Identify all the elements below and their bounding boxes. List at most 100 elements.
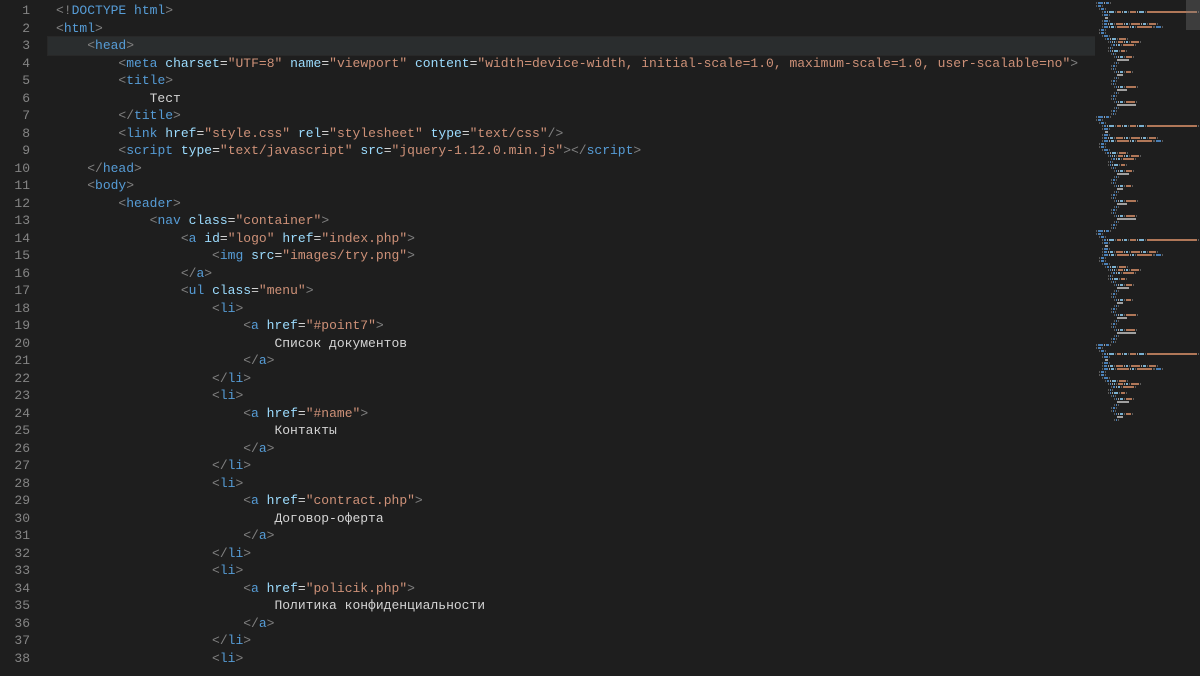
code-line[interactable]: <ul class="menu"> xyxy=(48,282,1095,300)
code-line[interactable]: <link href="style.css" rel="stylesheet" … xyxy=(48,125,1095,143)
minimap-line xyxy=(1095,107,1200,109)
minimap-line xyxy=(1095,389,1200,391)
code-line[interactable]: <header> xyxy=(48,195,1095,213)
line-number: 4 xyxy=(8,55,30,73)
code-line[interactable]: <meta charset="UTF=8" name="viewport" co… xyxy=(48,55,1095,73)
minimap-line xyxy=(1095,140,1200,142)
minimap-line xyxy=(1095,59,1200,61)
minimap-line xyxy=(1095,335,1200,337)
code-line[interactable]: <a href="contract.php"> xyxy=(48,492,1095,510)
line-number: 38 xyxy=(8,650,30,668)
minimap-line xyxy=(1095,23,1200,25)
minimap-line xyxy=(1095,83,1200,85)
code-line[interactable]: Контакты xyxy=(48,422,1095,440)
code-line[interactable]: <li> xyxy=(48,475,1095,493)
code-line[interactable]: Политика конфиденциальности xyxy=(48,597,1095,615)
minimap-line xyxy=(1095,230,1200,232)
minimap-line xyxy=(1095,383,1200,385)
code-line[interactable]: </a> xyxy=(48,265,1095,283)
minimap-line xyxy=(1095,254,1200,256)
minimap-line xyxy=(1095,134,1200,136)
code-line[interactable]: <li> xyxy=(48,650,1095,668)
minimap-line xyxy=(1095,326,1200,328)
code-line[interactable]: </a> xyxy=(48,615,1095,633)
code-line[interactable]: <body> xyxy=(48,177,1095,195)
code-line[interactable]: <li> xyxy=(48,562,1095,580)
minimap-line xyxy=(1095,74,1200,76)
line-number: 14 xyxy=(8,230,30,248)
code-line[interactable]: Список документов xyxy=(48,335,1095,353)
code-line[interactable]: <head> xyxy=(48,37,1095,55)
minimap-line xyxy=(1095,260,1200,262)
minimap-line xyxy=(1095,317,1200,319)
minimap-line xyxy=(1095,377,1200,379)
minimap-line xyxy=(1095,113,1200,115)
minimap-line xyxy=(1095,299,1200,301)
code-line[interactable]: <title> xyxy=(48,72,1095,90)
line-number: 25 xyxy=(8,422,30,440)
minimap-line xyxy=(1095,41,1200,43)
code-line[interactable]: Тест xyxy=(48,90,1095,108)
code-line[interactable]: <li> xyxy=(48,387,1095,405)
minimap-scrollbar-thumb[interactable] xyxy=(1186,0,1200,30)
code-line[interactable]: <!DOCTYPE html> xyxy=(48,2,1095,20)
minimap-line xyxy=(1095,32,1200,34)
line-number: 28 xyxy=(8,475,30,493)
line-number: 33 xyxy=(8,562,30,580)
code-line[interactable]: <a href="#name"> xyxy=(48,405,1095,423)
line-number: 9 xyxy=(8,142,30,160)
minimap-line xyxy=(1095,47,1200,49)
minimap-line xyxy=(1095,266,1200,268)
code-line[interactable]: </a> xyxy=(48,440,1095,458)
minimap-line xyxy=(1095,110,1200,112)
line-number: 24 xyxy=(8,405,30,423)
code-line[interactable]: </a> xyxy=(48,352,1095,370)
minimap-line xyxy=(1095,404,1200,406)
minimap-line xyxy=(1095,272,1200,274)
minimap-line xyxy=(1095,221,1200,223)
minimap-line xyxy=(1095,56,1200,58)
minimap-line xyxy=(1095,203,1200,205)
line-number-gutter[interactable]: 1234567891011121314151617181920212223242… xyxy=(0,0,48,676)
minimap-line xyxy=(1095,362,1200,364)
minimap-line xyxy=(1095,122,1200,124)
code-line[interactable]: Договор-оферта xyxy=(48,510,1095,528)
minimap-line xyxy=(1095,173,1200,175)
line-number: 11 xyxy=(8,177,30,195)
code-line[interactable]: <script type="text/javascript" src="jque… xyxy=(48,142,1095,160)
minimap-line xyxy=(1095,68,1200,70)
minimap-line xyxy=(1095,143,1200,145)
minimap-line xyxy=(1095,290,1200,292)
minimap-line xyxy=(1095,179,1200,181)
minimap[interactable] xyxy=(1095,0,1200,676)
line-number: 37 xyxy=(8,632,30,650)
line-number: 35 xyxy=(8,597,30,615)
minimap-line xyxy=(1095,86,1200,88)
code-line[interactable]: <li> xyxy=(48,300,1095,318)
line-number: 10 xyxy=(8,160,30,178)
code-line[interactable]: <a href="#point7"> xyxy=(48,317,1095,335)
code-line[interactable]: <a id="logo" href="index.php"> xyxy=(48,230,1095,248)
code-line[interactable]: </li> xyxy=(48,545,1095,563)
minimap-line xyxy=(1095,209,1200,211)
minimap-line xyxy=(1095,350,1200,352)
code-line[interactable]: <a href="policik.php"> xyxy=(48,580,1095,598)
code-line[interactable]: </li> xyxy=(48,457,1095,475)
code-line[interactable]: <html> xyxy=(48,20,1095,38)
code-line[interactable]: <img src="images/try.png"> xyxy=(48,247,1095,265)
minimap-line xyxy=(1095,149,1200,151)
code-line[interactable]: <nav class="container"> xyxy=(48,212,1095,230)
minimap-scrollbar[interactable] xyxy=(1186,0,1200,676)
line-number: 18 xyxy=(8,300,30,318)
code-line[interactable]: </head> xyxy=(48,160,1095,178)
code-line[interactable]: </li> xyxy=(48,632,1095,650)
minimap-line xyxy=(1095,152,1200,154)
code-line[interactable]: </title> xyxy=(48,107,1095,125)
minimap-line xyxy=(1095,89,1200,91)
minimap-line xyxy=(1095,419,1200,421)
code-line[interactable]: </li> xyxy=(48,370,1095,388)
code-line[interactable]: </a> xyxy=(48,527,1095,545)
line-number: 15 xyxy=(8,247,30,265)
minimap-line xyxy=(1095,401,1200,403)
code-text-area[interactable]: <!DOCTYPE html><html> <head> <meta chars… xyxy=(48,0,1095,676)
